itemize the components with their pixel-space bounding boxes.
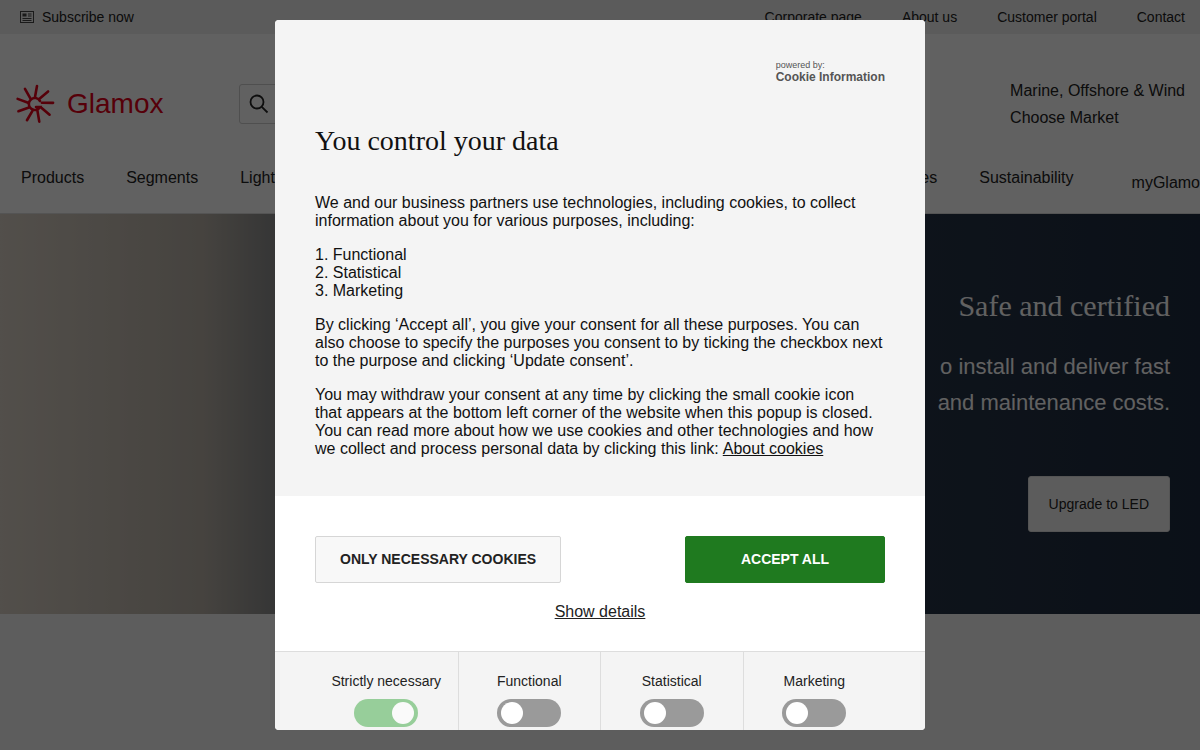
consent-toggle[interactable] [640, 699, 704, 727]
consent-category: Functional [458, 652, 601, 730]
about-cookies-link[interactable]: About cookies [723, 440, 824, 457]
category-label: Functional [497, 672, 562, 690]
purpose-item: 1. Functional [315, 246, 885, 264]
category-label: Strictly necessary [331, 672, 441, 690]
toggle-knob[interactable] [644, 702, 666, 724]
purpose-list: 1. Functional2. Statistical3. Marketing [315, 246, 885, 300]
toggle-knob[interactable] [786, 702, 808, 724]
purpose-item: 3. Marketing [315, 282, 885, 300]
purpose-item: 2. Statistical [315, 264, 885, 282]
consent-category: Marketing [743, 652, 886, 730]
powered-by: powered by: [776, 60, 885, 70]
consent-category: Strictly necessary [315, 652, 458, 730]
consent-toggle[interactable] [782, 699, 846, 727]
consent-categories: Strictly necessary Functional Statistical M… [275, 651, 925, 730]
dialog-title: You control your data [315, 124, 885, 158]
category-label: Statistical [642, 672, 702, 690]
show-details-link[interactable]: Show details [555, 602, 646, 621]
necessary-cookies-button[interactable]: ONLY NECESSARY COOKIES [315, 536, 561, 583]
consent-toggle[interactable] [497, 699, 561, 727]
dialog-actions: ONLY NECESSARY COOKIES ACCEPT ALL Show d… [275, 496, 925, 651]
intro-text: We and our business partners use technol… [315, 194, 885, 230]
info-paragraph: You may withdraw your consent at any tim… [315, 386, 885, 422]
category-label: Marketing [784, 672, 845, 690]
provider-badge: powered by: Cookie Information [776, 60, 885, 84]
toggle-knob [392, 702, 414, 724]
info-paragraph: By clicking ‘Accept all’, you give your … [315, 316, 885, 370]
provider-name: Cookie Information [776, 70, 885, 84]
consent-category: Statistical [600, 652, 743, 730]
accept-all-button[interactable]: ACCEPT ALL [685, 536, 885, 583]
dialog-body: powered by: Cookie Information You contr… [275, 20, 925, 496]
toggle-knob[interactable] [501, 702, 523, 724]
consent-toggle [354, 699, 418, 727]
cookie-dialog: powered by: Cookie Information You contr… [275, 20, 925, 730]
about-paragraph: You can read more about how we use cooki… [315, 422, 885, 458]
